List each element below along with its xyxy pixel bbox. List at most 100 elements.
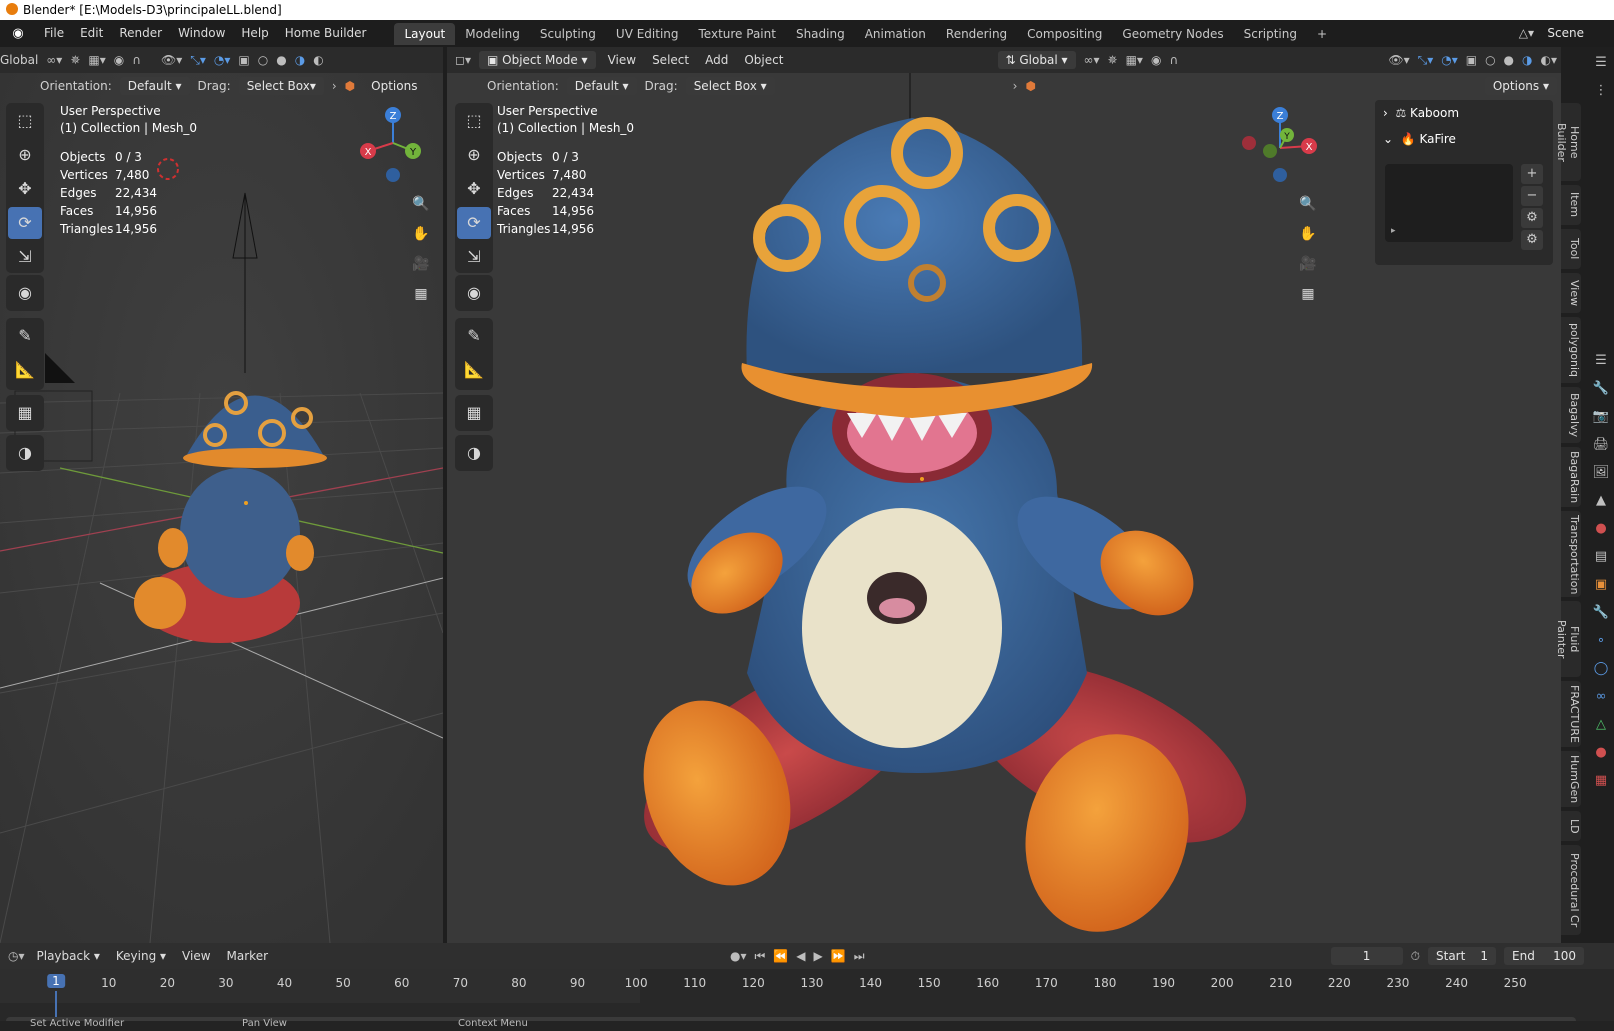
tab-compositing[interactable]: Compositing	[1017, 23, 1112, 45]
tab-scripting[interactable]: Scripting	[1234, 23, 1307, 45]
data-prop-icon[interactable]: △	[1589, 711, 1613, 739]
snap-target-icon[interactable]: ▦▾	[88, 53, 105, 67]
transform-tool-icon[interactable]: ◉	[8, 277, 42, 309]
r-pan-hand-icon[interactable]: ✋	[1295, 221, 1321, 247]
menu-help[interactable]: Help	[233, 20, 276, 47]
timeline-editor-type-icon[interactable]: ◷▾	[8, 949, 25, 963]
tab-sculpting[interactable]: Sculpting	[530, 23, 606, 45]
sidebar-tab-bagalvy[interactable]: Bagalvy	[1561, 387, 1581, 443]
left-axis-gizmo[interactable]: Z X Y	[350, 103, 440, 183]
snap-icon[interactable]: ✵	[70, 53, 80, 67]
move-tool-icon[interactable]: ✥	[8, 173, 42, 205]
right-falloff-icon[interactable]: ∩	[1169, 53, 1178, 67]
wireframe-shading-icon[interactable]: ○	[258, 53, 268, 67]
r-cursor-tool-icon[interactable]: ⊕	[457, 139, 491, 171]
blender-menu-icon[interactable]: ◉	[0, 26, 36, 41]
right-axis-gizmo[interactable]: Z X Y	[1237, 103, 1327, 183]
play-reverse-icon[interactable]: ◀	[796, 949, 805, 963]
texture-prop-icon[interactable]: ▦	[1589, 767, 1613, 795]
right-xray-icon[interactable]: ▣	[1466, 53, 1477, 67]
sidebar-tab-tool[interactable]: Tool	[1561, 229, 1581, 269]
constraints-prop-icon[interactable]: ∞	[1589, 683, 1613, 711]
play-icon[interactable]: ▶	[814, 949, 823, 963]
jump-start-icon[interactable]: ⏮	[755, 949, 766, 964]
right-snap-icon[interactable]: ✵	[1108, 53, 1118, 67]
sphere-tool-icon[interactable]: ◑	[8, 437, 42, 469]
sidebar-tab-home-builder[interactable]: Home Builder	[1555, 103, 1581, 181]
sidebar-tab-humgen[interactable]: HumGen	[1561, 751, 1581, 807]
material-prop-icon[interactable]: ●	[1589, 739, 1613, 767]
tab-layout[interactable]: Layout	[394, 22, 456, 45]
pivot-icon[interactable]: ∞▾	[46, 53, 62, 67]
r-select-box-tool-icon[interactable]: ⬚	[457, 105, 491, 137]
stopwatch-icon[interactable]: ⏱	[1411, 949, 1420, 964]
right-solid-icon[interactable]: ●	[1504, 53, 1514, 67]
scene-selector-icon[interactable]: △▾	[1519, 20, 1534, 47]
scale-tool-icon[interactable]: ⇲	[8, 241, 42, 273]
scene-prop-icon[interactable]: ▲	[1589, 487, 1613, 515]
cursor-tool-icon[interactable]: ⊕	[8, 139, 42, 171]
end-frame-field[interactable]: End 100	[1504, 947, 1584, 965]
item-settings-icon[interactable]: ⚙	[1521, 230, 1543, 250]
timeline-ruler[interactable]: 10 20 30 40 50 60 70 80 90 100 110 120 130 140 150 160 1…	[0, 969, 1580, 1029]
sidebar-tab-view[interactable]: View	[1561, 273, 1581, 313]
menu-render[interactable]: Render	[111, 20, 170, 47]
menu-edit[interactable]: Edit	[72, 20, 111, 47]
jump-end-icon[interactable]: ⏭	[854, 949, 865, 964]
list-expand-icon[interactable]: ▸	[1391, 226, 1396, 236]
sidebar-tab-fluid-painter[interactable]: Fluid Painter	[1555, 601, 1581, 677]
tab-geometry-nodes[interactable]: Geometry Nodes	[1112, 23, 1233, 45]
right-wireframe-icon[interactable]: ○	[1485, 53, 1495, 67]
r-ortho-grid-icon[interactable]: ▦	[1295, 281, 1321, 307]
r-camera-view-icon[interactable]: 🎥	[1295, 251, 1321, 277]
transform-orientation-dropdown[interactable]: ⇅ Global ▾	[997, 51, 1076, 69]
left-options-button[interactable]: Options	[363, 77, 425, 95]
viewport-menu-select[interactable]: Select	[644, 47, 697, 74]
tab-uv-editing[interactable]: UV Editing	[606, 23, 689, 45]
particles-prop-icon[interactable]: ∘	[1589, 627, 1613, 655]
tool-prop-icon[interactable]: 🔧	[1589, 375, 1613, 403]
active-tool-prop-icon[interactable]: ☰	[1589, 347, 1613, 375]
r-sphere-tool-icon[interactable]: ◑	[457, 437, 491, 469]
r-transform-tool-icon[interactable]: ◉	[457, 277, 491, 309]
ortho-grid-icon[interactable]: ▦	[408, 281, 434, 307]
tab-texture-paint[interactable]: Texture Paint	[689, 23, 786, 45]
timeline-menu-view[interactable]: View	[174, 943, 218, 970]
r-add-cube-tool-icon[interactable]: ▦	[457, 397, 491, 429]
add-cube-tool-icon[interactable]: ▦	[8, 397, 42, 429]
tab-modeling[interactable]: Modeling	[455, 23, 530, 45]
annotate-tool-icon[interactable]: ✎	[8, 320, 42, 352]
measure-tool-icon[interactable]: 📐	[8, 354, 42, 386]
sidebar-tab-polygoniq[interactable]: polygoniq	[1561, 317, 1581, 383]
timeline-menu-playback[interactable]: Playback ▾	[29, 943, 108, 970]
menu-file[interactable]: File	[36, 20, 72, 47]
expand-arrow-icon[interactable]: ›	[332, 79, 337, 93]
sidebar-tab-fracture[interactable]: FRACTURE	[1561, 681, 1581, 747]
pan-hand-icon[interactable]: ✋	[408, 221, 434, 247]
r-annotate-tool-icon[interactable]: ✎	[457, 320, 491, 352]
right-rendered-icon[interactable]: ◐▾	[1541, 53, 1558, 67]
view-layer-prop-icon[interactable]: 🖼	[1589, 459, 1613, 487]
scene-name[interactable]: Scene	[1547, 20, 1584, 47]
viewport-menu-add[interactable]: Add	[697, 47, 736, 74]
add-workspace-button[interactable]: +	[1307, 23, 1337, 45]
object-mode-dropdown[interactable]: ▣ Object Mode ▾	[478, 51, 596, 69]
left-transform-orientation[interactable]: Global	[0, 53, 38, 67]
right-material-icon[interactable]: ◑	[1522, 53, 1532, 67]
rendered-shading-icon[interactable]: ◐	[313, 53, 323, 67]
material-shading-icon[interactable]: ◑	[295, 53, 305, 67]
right-snap-target-icon[interactable]: ▦▾	[1126, 53, 1143, 67]
solid-shading-icon[interactable]: ●	[276, 53, 286, 67]
right-visibility-icon[interactable]: 👁▾	[1388, 53, 1409, 67]
add-item-button[interactable]: +	[1521, 164, 1543, 184]
sidebar-tab-bagarain[interactable]: BagaRain	[1561, 447, 1581, 507]
r-measure-tool-icon[interactable]: 📐	[457, 354, 491, 386]
auto-keying-icon[interactable]: ●▾	[730, 949, 747, 963]
outliner-icon[interactable]: ☰	[1589, 49, 1613, 77]
panel-kaboom[interactable]: › ⚖ Kaboom	[1375, 100, 1553, 126]
sidebar-tab-item[interactable]: Item	[1561, 185, 1581, 225]
right-addon-cube-icon[interactable]: ⬢	[1025, 79, 1035, 93]
r-rotate-tool-icon[interactable]: ⟳	[457, 207, 491, 239]
overlay-toggle-icon[interactable]: ◔▾	[214, 53, 231, 67]
sidebar-tab-transportation[interactable]: Transportation	[1561, 511, 1581, 597]
